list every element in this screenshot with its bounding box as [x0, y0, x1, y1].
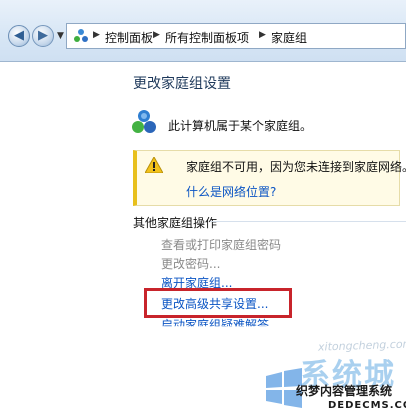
network-location-link[interactable]: 什么是网络位置? — [186, 183, 276, 200]
address-bar[interactable]: ▶ 控制面板 ▶ 所有控制面板项 ▶ 家庭组 — [66, 23, 406, 49]
recent-pages-dropdown[interactable]: ▼ — [57, 31, 64, 41]
watermark-site-name: 织梦内容管理系统 — [296, 384, 393, 398]
left-pane — [0, 62, 112, 420]
highlight-box — [144, 288, 292, 318]
network-icon — [74, 29, 88, 42]
breadcrumb-homegroup[interactable]: 家庭组 — [271, 29, 307, 46]
chevron-right-icon[interactable]: ▶ — [259, 30, 266, 40]
homegroup-status: 此计算机属于某个家庭组。 — [168, 119, 313, 133]
arrow-left-icon: ◀ — [14, 28, 24, 43]
warning-icon — [145, 157, 163, 173]
page-title: 更改家庭组设置 — [133, 76, 231, 92]
breadcrumb-control-panel[interactable]: 控制面板 — [105, 29, 153, 46]
homegroup-icon — [132, 110, 156, 133]
arrow-right-icon: ▶ — [38, 28, 48, 43]
warning-message: 家庭组不可用，因为您未连接到家庭网络。 — [186, 160, 406, 174]
homegroup-troubleshooter-link[interactable]: 启动家庭组疑难解答 — [161, 316, 269, 326]
change-password-link: 更改密码... — [161, 257, 221, 271]
chevron-right-icon[interactable]: ▶ — [93, 30, 100, 40]
breadcrumb-all-items[interactable]: 所有控制面板项 — [165, 29, 249, 46]
address-toolbar: ◀ ▶ ▼ ▶ 控制面板 ▶ 所有控制面板项 ▶ 家庭组 — [0, 0, 406, 62]
view-print-password-link: 查看或打印家庭组密码 — [161, 238, 282, 252]
control-panel-window: ◀ ▶ ▼ ▶ 控制面板 ▶ 所有控制面板项 ▶ 家庭组 更改家庭组设置 此计算… — [0, 0, 406, 420]
forward-button[interactable]: ▶ — [32, 25, 54, 47]
chevron-right-icon[interactable]: ▶ — [153, 30, 160, 40]
back-button[interactable]: ◀ — [8, 25, 30, 47]
divider — [210, 221, 406, 222]
watermark-url: DEDECMS.COM — [328, 400, 406, 411]
other-actions-heading: 其他家庭组操作 — [133, 216, 218, 230]
